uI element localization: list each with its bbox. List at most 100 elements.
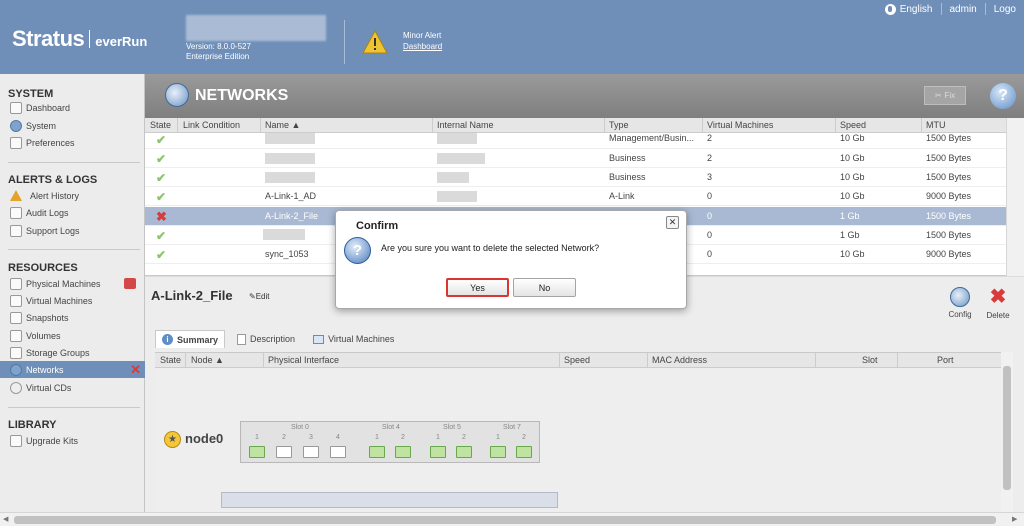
tab-virtual-machines[interactable]: Virtual Machines <box>307 330 400 348</box>
col-speed[interactable]: Speed <box>840 120 866 130</box>
logo-separator <box>89 30 91 48</box>
app-header: Stratus everRun Version: 8.0.0-527 Enter… <box>0 0 1024 74</box>
alert-status-text: Minor Alert <box>403 31 442 40</box>
col-virtual-machines[interactable]: Virtual Machines <box>707 120 773 130</box>
col-physical-interface[interactable]: Physical Interface <box>268 355 339 365</box>
config-button[interactable]: Config <box>945 287 975 319</box>
sidebar-item-storage-groups[interactable]: Storage Groups <box>10 345 140 360</box>
sidebar-item-label: Volumes <box>26 330 61 341</box>
system-icon <box>10 119 22 132</box>
networks-panel-header: NETWORKS ✂ Fix ? <box>145 74 1024 118</box>
config-globe-icon <box>950 287 970 307</box>
volumes-icon <box>10 329 22 342</box>
col-slot[interactable]: Slot <box>862 355 878 365</box>
cell-speed: 10 Gb <box>840 172 865 182</box>
dashboard-link[interactable]: Dashboard <box>403 42 442 51</box>
edit-link[interactable]: ✎Edit <box>249 292 270 301</box>
no-button[interactable]: No <box>513 278 576 297</box>
sidebar-item-label: Networks <box>26 364 64 375</box>
scroll-right-icon[interactable]: ▶ <box>1012 515 1017 523</box>
col-state[interactable]: State <box>160 355 181 365</box>
sidebar-item-networks[interactable]: Networks ✕ <box>0 361 145 378</box>
cell-speed: 10 Gb <box>840 133 865 143</box>
sidebar-item-physical-machines[interactable]: Physical Machines <box>10 276 140 291</box>
sidebar-item-volumes[interactable]: Volumes <box>10 328 140 343</box>
scroll-left-icon[interactable]: ◀ <box>3 515 8 523</box>
port-number: 1 <box>375 434 379 441</box>
logout-link[interactable]: Logo <box>986 4 1024 15</box>
sidebar-item-label: Support Logs <box>26 225 80 236</box>
yes-button[interactable]: Yes <box>446 278 509 297</box>
sidebar-item-dashboard[interactable]: Dashboard <box>10 100 140 115</box>
sidebar-item-snapshots[interactable]: Snapshots <box>10 310 140 325</box>
port[interactable]: 1 <box>247 434 267 464</box>
sidebar-item-virtual-machines[interactable]: Virtual Machines <box>10 293 140 308</box>
tab-description[interactable]: Description <box>231 330 301 348</box>
delete-button[interactable]: ✖ Delete <box>983 287 1013 321</box>
col-internal-name[interactable]: Internal Name <box>437 120 494 130</box>
port[interactable]: 2 <box>514 434 534 464</box>
sidebar-item-upgrade-kits[interactable]: Upgrade Kits <box>10 433 140 448</box>
table-scrollbar[interactable] <box>1006 118 1024 276</box>
sidebar-item-alert-history[interactable]: Alert History <box>10 188 140 203</box>
scrollbar-thumb[interactable] <box>14 516 996 524</box>
port-number: 4 <box>336 434 340 441</box>
close-button[interactable]: ✕ <box>666 216 679 229</box>
detail-scrollbar[interactable] <box>1001 352 1013 512</box>
sidebar-item-system[interactable]: System <box>10 118 140 133</box>
table-row[interactable]: ✔ A-Link-1_AD A-Link 0 10 Gb 9000 Bytes <box>145 187 1006 206</box>
table-row[interactable]: ✔ Business 3 10 Gb 1500 Bytes <box>145 168 1006 187</box>
support-logs-icon <box>10 224 22 237</box>
cell-vms: 0 <box>707 249 713 259</box>
cell-mtu: 1500 Bytes <box>926 133 972 143</box>
language-selector[interactable]: English <box>877 3 941 15</box>
port[interactable]: 3 <box>301 434 321 464</box>
help-button[interactable]: ? <box>990 83 1016 109</box>
slot-label: Slot 0 <box>291 424 309 431</box>
col-mtu[interactable]: MTU <box>926 120 946 130</box>
sidebar-item-support-logs[interactable]: Support Logs <box>10 223 140 238</box>
section-library: LIBRARY <box>8 419 57 431</box>
port[interactable]: 2 <box>393 434 413 464</box>
audit-logs-icon <box>10 206 22 219</box>
cell-speed: 1 Gb <box>840 230 860 240</box>
port[interactable]: 1 <box>428 434 448 464</box>
col-divider <box>815 353 816 368</box>
tab-summary[interactable]: i Summary <box>155 330 226 348</box>
col-mac-address[interactable]: MAC Address <box>652 355 707 365</box>
horizontal-scrollbar[interactable]: ◀ ▶ <box>0 512 1024 526</box>
sidebar-item-audit-logs[interactable]: Audit Logs <box>10 205 140 220</box>
col-link-condition[interactable]: Link Condition <box>183 120 240 130</box>
sidebar-item-virtual-cds[interactable]: Virtual CDs <box>10 380 140 395</box>
dialog-message: Are you sure you want to delete the sele… <box>381 243 600 253</box>
col-state[interactable]: State <box>150 120 171 130</box>
pencil-icon: ✎ <box>249 292 256 301</box>
sidebar-item-label: Virtual Machines <box>26 295 93 306</box>
scrollbar-thumb[interactable] <box>1003 366 1011 490</box>
port[interactable]: 4 <box>328 434 348 464</box>
slot-4: Slot 4 1 2 <box>365 422 417 464</box>
cell-vms: 2 <box>707 133 713 143</box>
interface-table-body: ★ node0 Slot 0 1 2 3 4 Slot 4 1 2 Slot 5… <box>155 368 1008 512</box>
port-number: 3 <box>309 434 313 441</box>
sidebar-item-preferences[interactable]: Preferences <box>10 135 140 150</box>
sidebar: SYSTEM Dashboard System Preferences ALER… <box>0 74 145 512</box>
edition-text: Enterprise Edition <box>186 52 250 61</box>
user-menu[interactable]: admin <box>942 4 985 15</box>
table-row[interactable]: ✔ Business 2 10 Gb 1500 Bytes <box>145 149 1006 168</box>
col-type[interactable]: Type <box>609 120 629 130</box>
section-alerts-logs: ALERTS & LOGS <box>8 174 98 186</box>
col-speed[interactable]: Speed <box>564 355 590 365</box>
col-divider <box>185 353 186 368</box>
port-number: 2 <box>522 434 526 441</box>
port[interactable]: 1 <box>367 434 387 464</box>
port[interactable]: 2 <box>454 434 474 464</box>
fix-button[interactable]: ✂ Fix <box>924 86 966 105</box>
table-row[interactable]: ✔ Management/Busin... 2 10 Gb 1500 Bytes <box>145 130 1006 149</box>
col-node[interactable]: Node ▲ <box>191 355 224 365</box>
node-chassis: Slot 0 1 2 3 4 Slot 4 1 2 Slot 5 1 2 Slo… <box>240 421 540 463</box>
col-name[interactable]: Name ▲ <box>265 120 300 130</box>
port[interactable]: 1 <box>488 434 508 464</box>
col-port[interactable]: Port <box>937 355 954 365</box>
port[interactable]: 2 <box>274 434 294 464</box>
